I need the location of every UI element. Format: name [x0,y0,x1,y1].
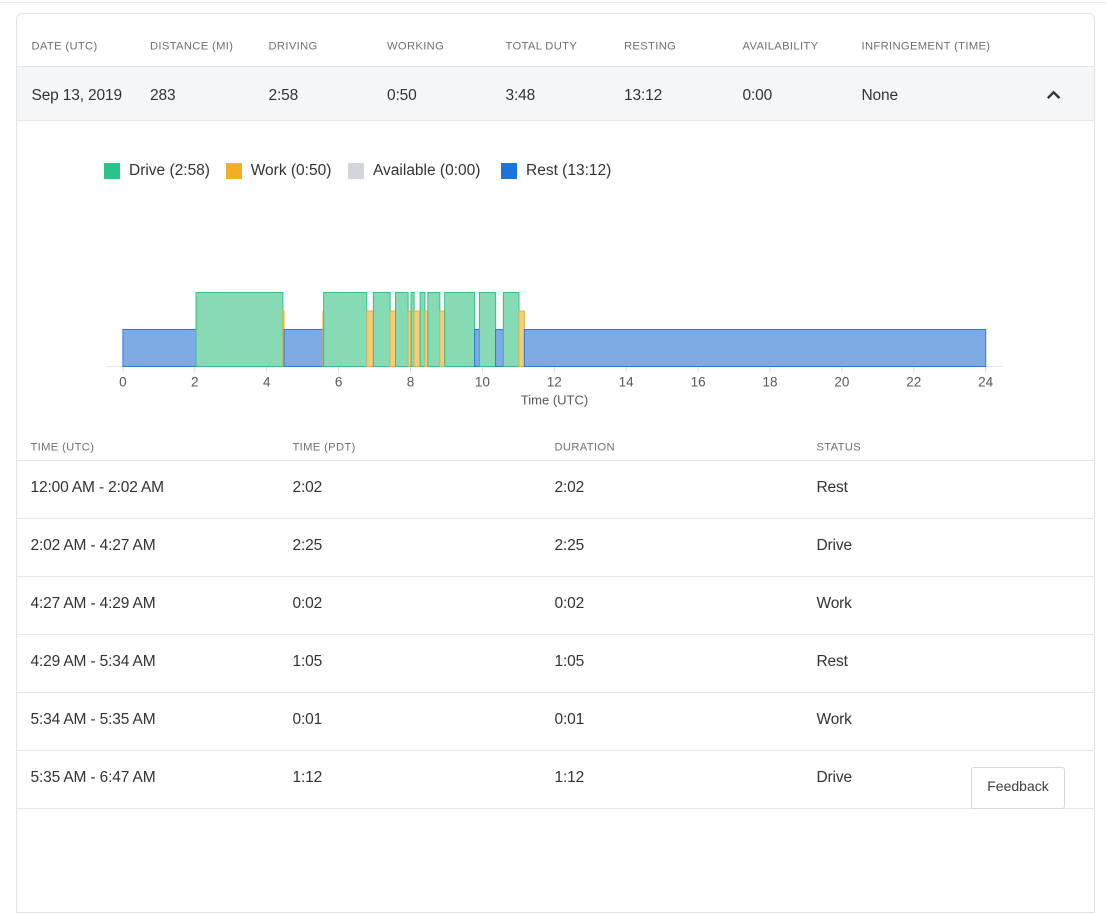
svg-text:24: 24 [978,375,994,390]
svg-text:12: 12 [547,375,562,390]
svg-text:18: 18 [762,375,777,390]
svg-text:22: 22 [906,375,921,390]
svg-text:10: 10 [475,375,490,390]
svg-text:2: 2 [191,375,199,390]
svg-text:Time (UTC): Time (UTC) [521,393,588,408]
svg-text:4: 4 [263,375,271,390]
svg-text:20: 20 [834,375,849,390]
svg-text:14: 14 [619,375,635,390]
svg-text:16: 16 [691,375,706,390]
svg-text:6: 6 [335,375,343,390]
svg-text:0: 0 [119,375,127,390]
svg-text:8: 8 [407,375,415,390]
